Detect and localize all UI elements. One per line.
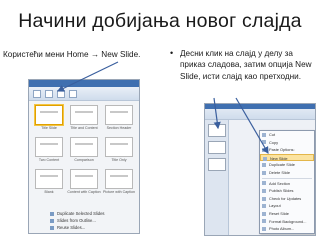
menu-item-paste-options[interactable]: Paste Options: [260,146,314,154]
menu-item-layout[interactable]: Layout [260,202,314,210]
layout-caption: Blank [44,190,54,194]
menu-item[interactable]: Reuse Slides... [49,224,109,231]
ribbon [205,104,315,120]
layout-caption: Picture with Caption [103,190,135,194]
slide-title: Начини добијања новог слајда [18,10,302,32]
layout-icon[interactable] [57,90,65,98]
layout-tile[interactable] [35,105,63,125]
menu-item-new-slide[interactable]: New Slide [260,153,314,162]
right-bullet-text: • Десни клик на слајд у делу за приказ с… [170,48,320,82]
slides-pane[interactable] [205,120,229,235]
layout-tile[interactable] [105,137,133,157]
menu-item-publish-slides[interactable]: Publish Slides [260,187,314,195]
new-slide-icon[interactable] [45,90,53,98]
slide-thumbnail[interactable] [208,158,226,171]
menu-item-reset-slide[interactable]: Reset Slide [260,210,314,218]
menu-item-delete-slide[interactable]: Delete Slide [260,169,314,177]
menu-item-cut[interactable]: Cut [260,131,314,139]
menu-item-check-updates[interactable]: Check for Updates [260,195,314,203]
layout-tile[interactable] [70,169,98,189]
gallery-menu: Duplicate Selected Slides Slides from Ou… [49,210,109,231]
menu-item[interactable]: Duplicate Selected Slides [49,210,109,217]
menu-item-duplicate-slide[interactable]: Duplicate Slide [260,161,314,169]
paste-icon[interactable] [33,90,41,98]
layout-caption: Section Header [106,126,132,130]
menu-separator [262,177,312,179]
new-slide-gallery-screenshot: Title Slide Title and Content Section He… [28,79,140,234]
layout-tile[interactable] [70,105,98,125]
menu-item-copy[interactable]: Copy [260,139,314,147]
layout-tile[interactable] [105,105,133,125]
layout-caption: Title and Content [70,126,98,130]
right-description: Десни клик на слајд у делу за приказ сла… [180,49,312,81]
bullet-dot: • [170,48,174,58]
context-menu: Cut Copy Paste Options: New Slide Duplic… [259,130,315,234]
slide-thumbnail[interactable] [208,124,226,137]
layout-caption: Title Slide [41,126,57,130]
font-icon[interactable] [69,90,77,98]
layout-tile[interactable] [105,169,133,189]
layout-caption: Title Only [111,158,127,162]
ribbon-tabs [29,80,139,87]
menu-item[interactable]: Slides from Outline... [49,217,109,224]
menu-item-add-section[interactable]: Add Section [260,180,314,188]
layout-tile[interactable] [35,169,63,189]
layout-tile[interactable] [70,137,98,157]
left-caption: Користећи мени Home → New Slide. [3,50,141,59]
menu-item-format-background[interactable]: Format Background... [260,218,314,226]
slide-thumbnail[interactable] [208,141,226,154]
layout-caption: Content with Caption [67,190,101,194]
context-menu-screenshot: Cut Copy Paste Options: New Slide Duplic… [204,103,316,236]
menu-item-photo-album[interactable]: Photo Album... [260,225,314,233]
layout-tile[interactable] [35,137,63,157]
ribbon [29,87,139,101]
layout-caption: Two Content [38,158,60,162]
layout-caption: Comparison [74,158,94,162]
